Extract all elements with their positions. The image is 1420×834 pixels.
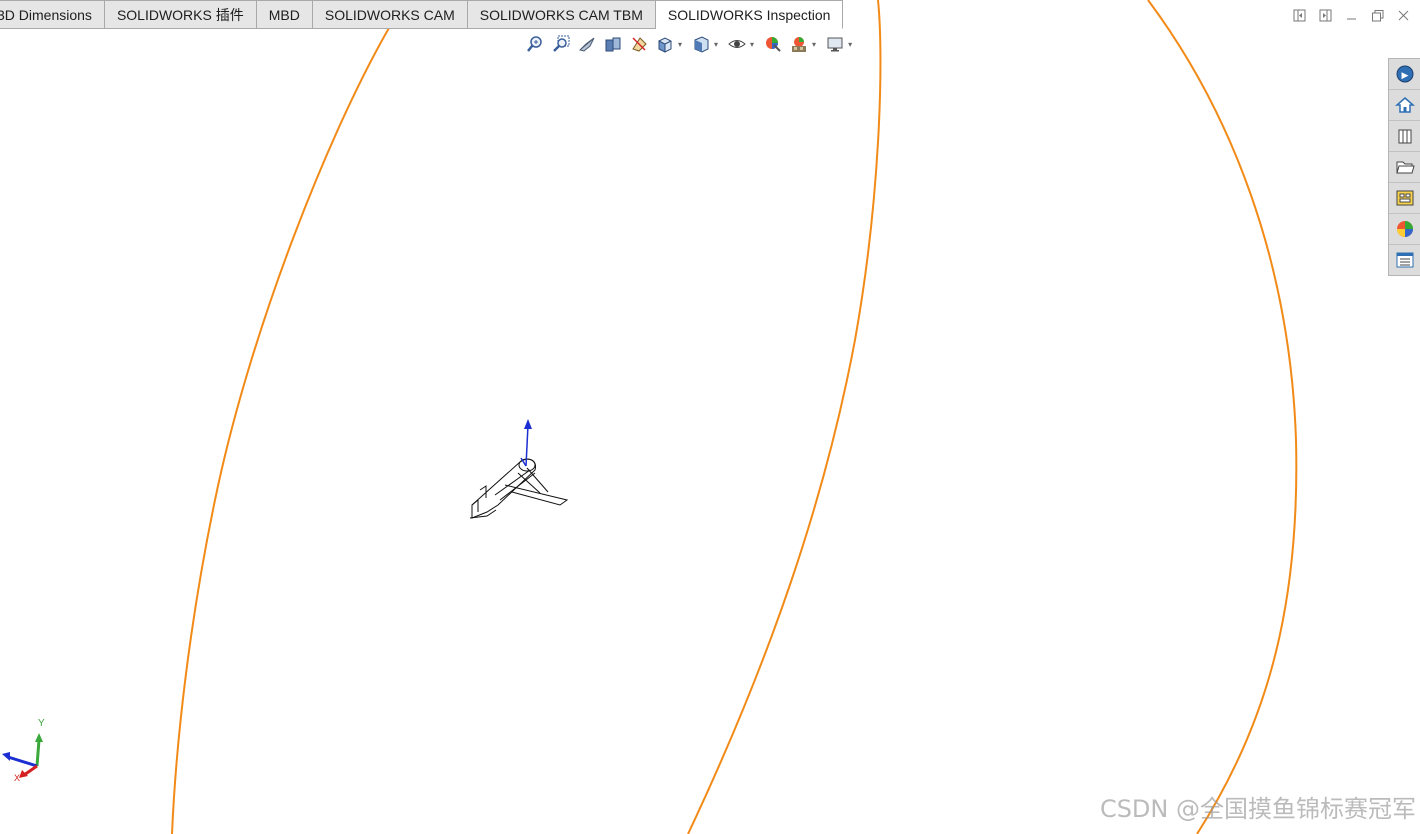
chevron-down-icon[interactable]: ▾ xyxy=(714,40,718,49)
section-view-icon[interactable] xyxy=(602,33,624,55)
heads-up-view-toolbar: ▾ ▾ ▾ ▾ ▾ xyxy=(524,33,856,55)
sketch-curve-right[interactable] xyxy=(1147,0,1298,834)
hide-show-items-icon[interactable] xyxy=(726,33,748,55)
chevron-down-icon[interactable]: ▾ xyxy=(678,40,682,49)
part-model[interactable] xyxy=(469,458,569,519)
chevron-down-icon[interactable]: ▾ xyxy=(848,40,852,49)
sketch-curve-left[interactable] xyxy=(171,27,390,834)
zoom-to-area-icon[interactable] xyxy=(550,33,572,55)
task-pane: ▶ xyxy=(1388,58,1420,276)
zoom-to-fit-icon[interactable] xyxy=(524,33,546,55)
tab-3d-dimensions[interactable]: 3D Dimensions xyxy=(0,0,105,29)
svg-text:▶: ▶ xyxy=(1401,70,1408,80)
tab-solidworks-cam[interactable]: SOLIDWORKS CAM xyxy=(312,0,468,29)
apply-scene-icon[interactable] xyxy=(788,33,810,55)
design-library-icon[interactable] xyxy=(1389,121,1420,152)
solidworks-resources-icon[interactable]: ▶ xyxy=(1389,59,1420,90)
watermark-text: CSDN @全国摸鱼锦标赛冠军 xyxy=(1099,795,1416,823)
previous-view-icon[interactable] xyxy=(576,33,598,55)
dynamic-annotation-views-icon[interactable] xyxy=(628,33,650,55)
part-origin-icon xyxy=(520,419,532,467)
window-controls xyxy=(1290,6,1412,24)
command-manager-tabs: 3D Dimensions SOLIDWORKS 插件 MBD SOLIDWOR… xyxy=(0,0,852,29)
triad-y-label: Y xyxy=(38,718,45,729)
home-icon[interactable] xyxy=(1389,90,1420,121)
tile-right-icon[interactable] xyxy=(1316,6,1334,24)
file-explorer-icon[interactable] xyxy=(1389,152,1420,183)
minimize-icon[interactable] xyxy=(1342,6,1360,24)
close-icon[interactable] xyxy=(1394,6,1412,24)
edit-appearance-icon[interactable] xyxy=(762,33,784,55)
chevron-down-icon[interactable]: ▾ xyxy=(750,40,754,49)
restore-icon[interactable] xyxy=(1368,6,1386,24)
tab-solidworks-addins[interactable]: SOLIDWORKS 插件 xyxy=(104,0,257,29)
triad-x-label: X xyxy=(14,773,20,783)
graphics-area[interactable]: Y X xyxy=(0,0,1420,834)
chevron-down-icon[interactable]: ▾ xyxy=(812,40,816,49)
display-style-icon[interactable] xyxy=(690,33,712,55)
sketch-curve-middle[interactable] xyxy=(687,0,882,834)
tab-solidworks-inspection[interactable]: SOLIDWORKS Inspection xyxy=(655,0,844,29)
custom-properties-icon[interactable] xyxy=(1389,245,1420,275)
appearances-icon[interactable] xyxy=(1389,214,1420,245)
reference-triad: Y X xyxy=(2,718,45,783)
view-orientation-icon[interactable] xyxy=(654,33,676,55)
view-palette-icon[interactable] xyxy=(1389,183,1420,214)
tile-left-icon[interactable] xyxy=(1290,6,1308,24)
tab-solidworks-cam-tbm[interactable]: SOLIDWORKS CAM TBM xyxy=(467,0,656,29)
tab-mbd[interactable]: MBD xyxy=(256,0,313,29)
view-settings-icon[interactable] xyxy=(824,33,846,55)
